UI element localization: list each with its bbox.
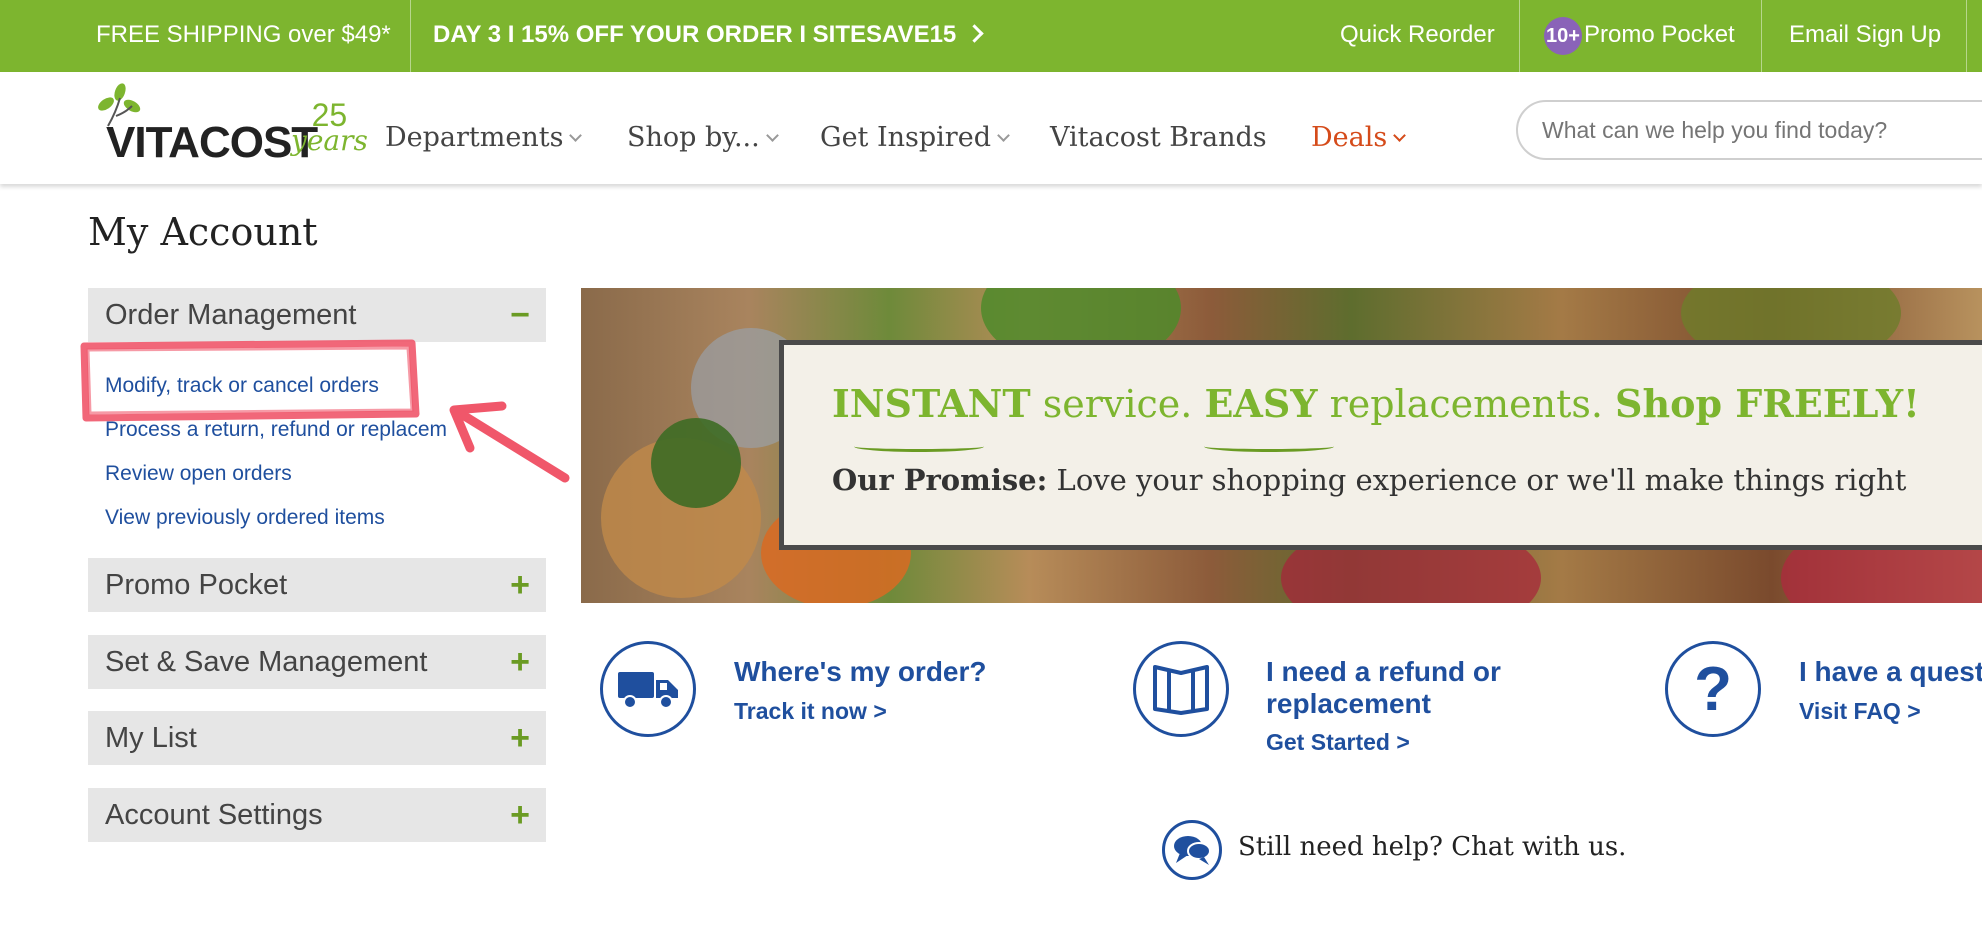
promo-pocket-label: Promo Pocket	[1584, 21, 1735, 48]
chevron-down-icon	[1393, 129, 1407, 142]
question-mark-icon[interactable]: ?	[1665, 641, 1761, 737]
headline-service: service.	[1030, 382, 1205, 426]
email-signup-link[interactable]: Email Sign Up	[1789, 0, 1941, 72]
nav-deals-label: Deals	[1311, 122, 1388, 153]
underline-swoosh	[854, 441, 984, 452]
expand-icon[interactable]: +	[510, 711, 530, 765]
headline-replacements: replacements.	[1317, 382, 1616, 426]
logo-anniversary: 25 years	[291, 99, 368, 157]
site-header: VITACOST 25 years Departments Shop by...…	[0, 72, 1982, 184]
promo-bar-divider	[1519, 0, 1520, 72]
logo-years-word: years	[291, 124, 368, 157]
headline-shop-freely: Shop FREELY!	[1615, 381, 1920, 426]
have-a-question-title[interactable]: I have a quest	[1799, 656, 1982, 688]
underline-swoosh	[1204, 441, 1334, 452]
promo-bar-divider	[1966, 0, 1967, 72]
nav-departments-label: Departments	[385, 122, 564, 153]
accordion-my-list[interactable]: My List +	[88, 711, 546, 765]
accordion-label: Account Settings	[105, 799, 323, 831]
accordion-label: Set & Save Management	[105, 646, 428, 678]
promo-code-link[interactable]: DAY 3 I 15% OFF YOUR ORDER I SITESAVE15	[433, 0, 984, 72]
promo-bar-divider	[1761, 0, 1762, 72]
process-return-link[interactable]: Process a return, refund or replacem	[105, 418, 447, 442]
headline-instant: INSTANT	[832, 381, 1031, 426]
chevron-down-icon	[997, 129, 1010, 142]
refund-replacement-title[interactable]: I need a refund or replacement	[1266, 656, 1501, 720]
nav-departments[interactable]: Departments	[385, 122, 583, 153]
promo-bar: FREE SHIPPING over $49* DAY 3 I 15% OFF …	[0, 0, 1982, 72]
track-it-now-link[interactable]: Track it now >	[734, 698, 887, 725]
accordion-label: Order Management	[105, 299, 357, 331]
expand-icon[interactable]: +	[510, 788, 530, 842]
annotation-highlight-box	[80, 339, 420, 422]
chat-with-us-link[interactable]: Still need help? Chat with us.	[1238, 832, 1626, 862]
return-box-icon[interactable]	[1133, 641, 1229, 737]
promo-pocket-link[interactable]: 10+ Promo Pocket	[1544, 0, 1735, 72]
promise-banner[interactable]: INSTANT service. EASY replacements. Shop…	[581, 288, 1982, 603]
accordion-label: Promo Pocket	[105, 569, 288, 601]
refund-title-line-2: replacement	[1266, 688, 1431, 719]
accordion-account-settings[interactable]: Account Settings +	[88, 788, 546, 842]
accordion-order-management[interactable]: Order Management −	[88, 288, 546, 342]
search-input[interactable]	[1516, 100, 1982, 160]
promo-code-text: DAY 3 I 15% OFF YOUR ORDER I SITESAVE15	[433, 21, 957, 48]
refund-title-line-1: I need a refund or	[1266, 656, 1501, 687]
nav-shop-by[interactable]: Shop by...	[627, 122, 779, 153]
wheres-my-order-title[interactable]: Where's my order?	[734, 656, 987, 688]
logo-wordmark: VITACOST	[106, 118, 318, 167]
page-title: My Account	[88, 210, 318, 254]
promo-pocket-badge: 10+	[1544, 16, 1582, 55]
accordion-set-save-management[interactable]: Set & Save Management +	[88, 635, 546, 689]
nav-get-inspired[interactable]: Get Inspired	[820, 122, 1010, 153]
promise-headline: INSTANT service. EASY replacements. Shop…	[832, 381, 1920, 426]
free-shipping-text: FREE SHIPPING over $49*	[96, 21, 391, 48]
expand-icon[interactable]: +	[510, 558, 530, 612]
visit-faq-link[interactable]: Visit FAQ >	[1799, 698, 1921, 725]
headline-easy: EASY	[1204, 381, 1318, 426]
promise-label: Our Promise:	[832, 463, 1048, 497]
nav-shop-by-label: Shop by...	[627, 122, 760, 153]
nav-get-inspired-label: Get Inspired	[820, 122, 991, 153]
get-started-link[interactable]: Get Started >	[1266, 729, 1410, 756]
accordion-promo-pocket[interactable]: Promo Pocket +	[88, 558, 546, 612]
chevron-right-icon	[965, 24, 984, 43]
expand-icon[interactable]: +	[510, 635, 530, 689]
delivery-truck-icon[interactable]	[600, 641, 696, 737]
herb-decoration	[651, 418, 741, 508]
quick-reorder-link[interactable]: Quick Reorder	[1340, 0, 1495, 72]
previously-ordered-items-link[interactable]: View previously ordered items	[105, 506, 385, 530]
promise-statement: Our Promise: Love your shopping experien…	[832, 463, 1906, 497]
chevron-down-icon	[765, 129, 779, 142]
promise-card: INSTANT service. EASY replacements. Shop…	[779, 340, 1982, 550]
review-open-orders-link[interactable]: Review open orders	[105, 462, 292, 486]
promo-bar-divider	[410, 0, 411, 72]
nav-vitacost-brands[interactable]: Vitacost Brands	[1050, 122, 1267, 153]
collapse-icon[interactable]: −	[510, 288, 530, 342]
promise-text: Love your shopping experience or we'll m…	[1047, 463, 1907, 497]
accordion-label: My List	[105, 722, 197, 754]
chevron-down-icon	[569, 129, 583, 142]
chat-bubble-icon[interactable]	[1162, 820, 1222, 880]
vitacost-logo[interactable]: VITACOST 25 years	[84, 82, 368, 172]
nav-deals[interactable]: Deals	[1311, 122, 1407, 153]
annotation-arrow-icon	[449, 401, 570, 483]
